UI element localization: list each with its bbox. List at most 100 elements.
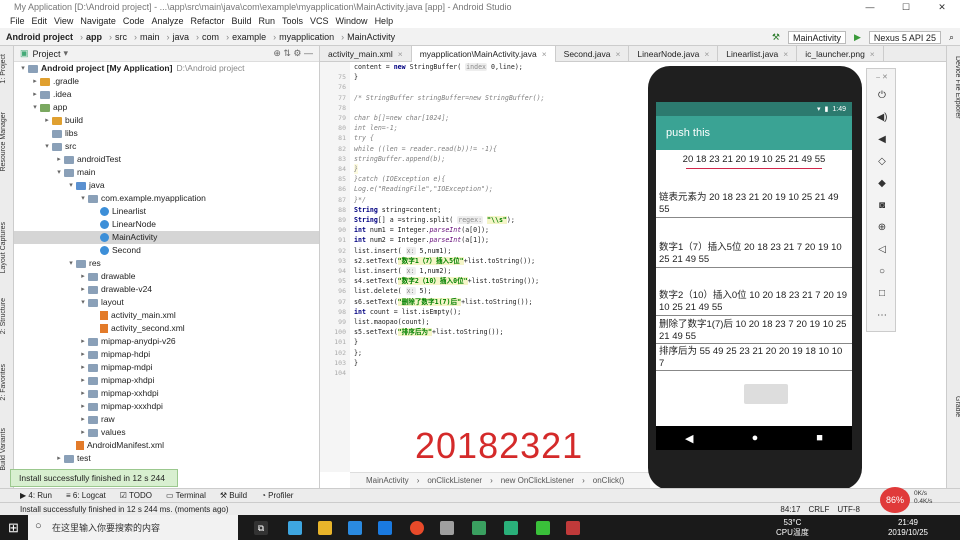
expand-arrow-icon[interactable]: ▾ (66, 179, 76, 192)
close-tab-icon[interactable]: × (704, 46, 709, 62)
editor-tab[interactable]: myapplication\MainActivity.java × (411, 46, 556, 62)
editor-tab[interactable]: ic_launcher.png × (797, 46, 884, 62)
tree-item[interactable]: ▸ .gradle (14, 75, 319, 88)
expand-arrow-icon[interactable]: ▸ (42, 114, 52, 127)
chrome-icon[interactable] (410, 521, 424, 535)
editor-tab[interactable]: Second.java × (556, 46, 630, 62)
expand-arrow-icon[interactable]: ▾ (42, 140, 52, 153)
input-field[interactable]: 20 18 23 21 20 19 10 25 21 49 55 (659, 154, 849, 166)
volume-up-icon[interactable]: ◀) (875, 111, 889, 125)
nav-crumb[interactable]: MainActivity (347, 32, 395, 42)
left-tool-tab[interactable]: Build Variants (0, 428, 14, 471)
close-tab-icon[interactable]: × (542, 46, 547, 62)
editor-tab[interactable]: Linearlist.java × (718, 46, 798, 62)
menu-tools[interactable]: Tools (282, 16, 303, 26)
back-icon[interactable]: ◁ (875, 243, 889, 257)
tree-item[interactable]: ▸ .idea (14, 88, 319, 101)
search-icon[interactable]: ⌕ (949, 32, 954, 43)
tree-item[interactable]: ▸ mipmap-mdpi (14, 361, 319, 374)
zoom-icon[interactable]: ⊕ (875, 221, 889, 235)
close-tab-icon[interactable]: × (783, 46, 788, 62)
close-tab-icon[interactable]: × (870, 46, 875, 62)
expand-arrow-icon[interactable]: ▾ (18, 62, 28, 75)
rotate-right-icon[interactable]: ◆ (875, 177, 889, 191)
tree-item[interactable]: ▸ values (14, 426, 319, 439)
left-tool-tab[interactable]: 1: Project (0, 54, 14, 84)
code-crumb[interactable]: onClick() (593, 476, 625, 485)
expand-arrow-icon[interactable]: ▸ (78, 270, 88, 283)
tree-item[interactable]: ▾ java (14, 179, 319, 192)
run-config-select[interactable]: MainActivity (787, 30, 846, 44)
menu-window[interactable]: Window (336, 16, 368, 26)
nav-crumb[interactable]: app (86, 32, 102, 42)
nav-crumb[interactable]: myapplication (279, 32, 334, 42)
right-tool-tab[interactable]: Gradle (947, 396, 960, 417)
more-icon[interactable]: ⋯ (875, 309, 889, 323)
editor-tab[interactable]: activity_main.xml × (320, 46, 412, 62)
tree-item[interactable]: activity_second.xml (14, 322, 319, 335)
task-view-icon[interactable]: ⧉ (254, 521, 268, 535)
app-icon[interactable] (440, 521, 454, 535)
menu-analyze[interactable]: Analyze (151, 16, 183, 26)
overview-icon[interactable]: □ (875, 287, 889, 301)
expand-arrow-icon[interactable]: ▸ (78, 361, 88, 374)
expand-arrow-icon[interactable]: ▸ (78, 348, 88, 361)
device-select[interactable]: Nexus 5 API 25 (868, 30, 941, 44)
emulator-screen[interactable]: ▾ ▮ 1:49 push this 20 18 23 21 20 19 10 … (656, 102, 852, 450)
folder-icon[interactable] (318, 521, 332, 535)
expand-arrow-icon[interactable]: ▾ (78, 296, 88, 309)
windows-start-icon[interactable]: ⊞ (8, 520, 19, 536)
nav-crumb[interactable]: example (232, 32, 266, 42)
tree-item[interactable]: libs (14, 127, 319, 140)
right-tool-tab[interactable]: Device File Explorer (947, 56, 960, 119)
expand-arrow-icon[interactable]: ▸ (54, 452, 64, 465)
tree-item[interactable]: AndroidManifest.xml (14, 439, 319, 452)
menu-file[interactable]: File (10, 16, 25, 26)
run-icon[interactable]: ▶ (854, 32, 861, 43)
expand-arrow-icon[interactable]: ▸ (30, 75, 40, 88)
taskbar-clock[interactable]: 21:49 2019/10/25 (888, 518, 928, 538)
nav-crumb[interactable]: java (173, 32, 190, 42)
taskbar-search[interactable]: ○ 在这里输入你要搜索的内容 (28, 515, 238, 540)
tree-item[interactable]: ▾ res (14, 257, 319, 270)
tree-item[interactable]: LinearNode (14, 218, 319, 231)
menu-view[interactable]: View (54, 16, 73, 26)
push-button[interactable] (744, 384, 788, 404)
menu-build[interactable]: Build (231, 16, 251, 26)
left-tool-tab[interactable]: 2: Favorites (0, 364, 14, 401)
expand-arrow-icon[interactable]: ▸ (78, 335, 88, 348)
tree-item[interactable]: ▾ layout (14, 296, 319, 309)
app-icon[interactable] (566, 521, 580, 535)
expand-arrow-icon[interactable]: ▸ (78, 283, 88, 296)
code-crumb[interactable]: new OnClickListener (501, 476, 574, 485)
nav-crumb[interactable]: Android project (6, 32, 73, 42)
tree-item[interactable]: ▾ app (14, 101, 319, 114)
file-encoding[interactable]: UTF-8 (837, 505, 860, 514)
line-separator[interactable]: CRLF (808, 505, 829, 514)
expand-arrow-icon[interactable]: ▸ (78, 426, 88, 439)
power-icon[interactable]: ⏻ (875, 89, 889, 103)
left-tool-tab[interactable]: Layout Captures (0, 222, 14, 273)
left-tool-tab[interactable]: Resource Manager (0, 112, 14, 172)
tree-item[interactable]: Second (14, 244, 319, 257)
expand-arrow-icon[interactable]: ▸ (78, 400, 88, 413)
menu-run[interactable]: Run (259, 16, 276, 26)
tree-item[interactable]: ▸ test (14, 452, 319, 465)
editor-tab[interactable]: LinearNode.java × (629, 46, 719, 62)
tree-item[interactable]: ▸ mipmap-xxxhdpi (14, 400, 319, 413)
home-icon[interactable]: ● (752, 432, 759, 444)
nav-crumb[interactable]: com (202, 32, 219, 42)
tree-item[interactable]: ▸ build (14, 114, 319, 127)
chevron-down-icon[interactable]: ▾ (64, 48, 69, 59)
tree-item[interactable]: ▸ mipmap-xhdpi (14, 374, 319, 387)
code-crumb[interactable]: onClickListener (427, 476, 482, 485)
bottom-tool-tab[interactable]: ≡ 6: Logcat (66, 491, 106, 500)
close-button[interactable]: ✕ (924, 0, 960, 14)
rotate-left-icon[interactable]: ◇ (875, 155, 889, 169)
recents-icon[interactable]: ■ (816, 432, 823, 444)
tree-item[interactable]: ▾ com.example.myapplication (14, 192, 319, 205)
nav-crumb[interactable]: src (115, 32, 127, 42)
expand-arrow-icon[interactable]: ▾ (66, 257, 76, 270)
camera-icon[interactable]: ◙ (875, 199, 889, 213)
nav-crumb[interactable]: main (140, 32, 160, 42)
